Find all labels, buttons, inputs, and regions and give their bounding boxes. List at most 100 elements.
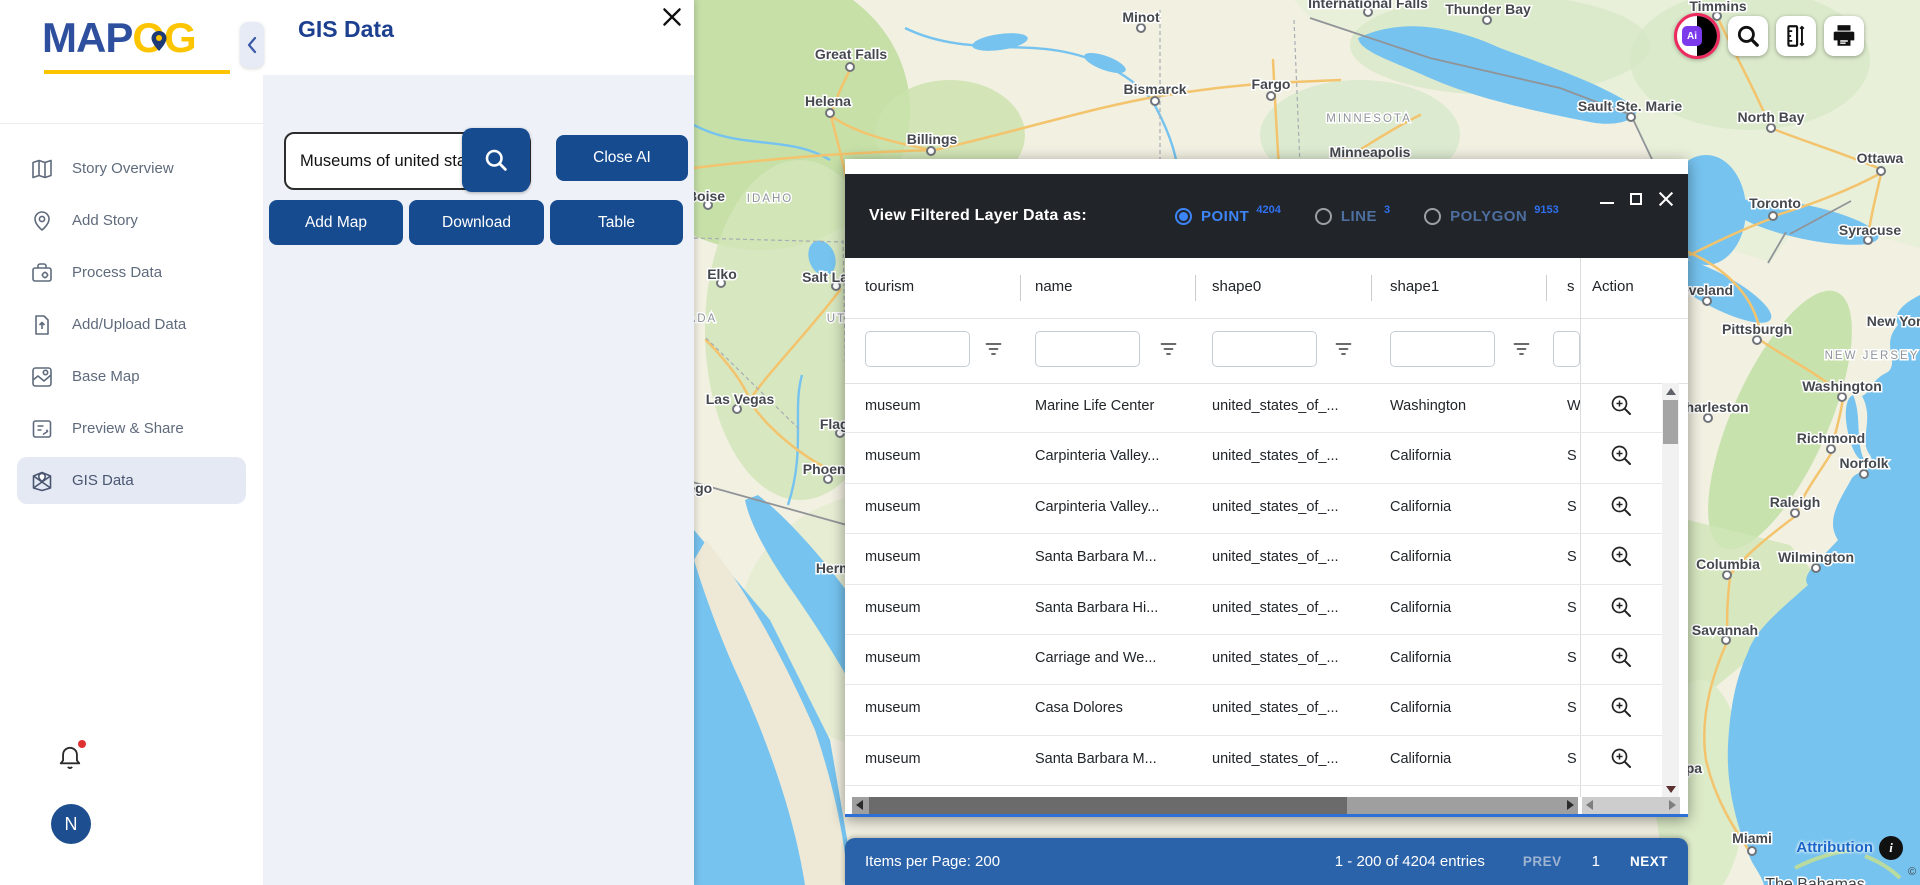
gis-data-panel: GIS Data Close AI Add Map Download Table xyxy=(263,0,694,885)
zoom-to-feature-icon[interactable] xyxy=(1610,394,1634,418)
sidebar-item-add-upload-data[interactable]: Add/Upload Data xyxy=(17,301,246,348)
filter-input-name[interactable] xyxy=(1035,331,1140,367)
map-label: New York xyxy=(1867,313,1920,329)
ai-assistant-button[interactable]: Ai xyxy=(1674,13,1720,59)
table-cell: S xyxy=(1567,599,1577,616)
logo-underline xyxy=(44,70,230,74)
ruler-icon xyxy=(1787,25,1805,47)
panel-header: GIS Data xyxy=(263,0,694,75)
filter-input-tourism[interactable] xyxy=(865,331,970,367)
filter-input-shape1[interactable] xyxy=(1390,331,1495,367)
folded-map-icon xyxy=(30,157,54,181)
search-icon xyxy=(1737,25,1759,47)
map-label: NEVADA xyxy=(694,313,717,325)
table-cell: united_states_of_... xyxy=(1212,700,1339,717)
column-header-shape2[interactable]: s xyxy=(1567,278,1575,295)
map-label: Columbia xyxy=(1696,556,1760,572)
map-label: Richmond xyxy=(1797,430,1865,446)
table-cell: Marine Life Center xyxy=(1035,398,1155,414)
column-header-name[interactable]: name xyxy=(1035,278,1073,295)
table-cell: museum xyxy=(865,599,921,616)
current-page-number: 1 xyxy=(1591,853,1600,870)
table-cell: united_states_of_... xyxy=(1212,398,1339,414)
filter-icon[interactable] xyxy=(1160,342,1177,361)
action-scroll-track[interactable] xyxy=(1582,797,1680,814)
maximize-icon[interactable] xyxy=(1630,193,1642,205)
scroll-right-icon[interactable] xyxy=(1669,800,1676,810)
city-dot xyxy=(1768,211,1778,221)
zoom-to-feature-icon[interactable] xyxy=(1610,646,1634,670)
column-header-shape1[interactable]: shape1 xyxy=(1390,278,1439,295)
zoom-to-feature-icon[interactable] xyxy=(1610,596,1634,620)
filter-icon[interactable] xyxy=(985,342,1002,361)
zoom-to-feature-icon[interactable] xyxy=(1610,747,1634,771)
map-label: Syracuse xyxy=(1839,222,1901,238)
radio-polygon[interactable]: POLYGON 9153 xyxy=(1424,204,1559,225)
vertical-scroll-thumb[interactable] xyxy=(1663,400,1678,444)
add-map-button[interactable]: Add Map xyxy=(269,200,403,245)
filter-icon[interactable] xyxy=(1513,342,1530,361)
map-label: Fargo xyxy=(1252,76,1291,92)
panel-close-button[interactable] xyxy=(659,4,685,30)
window-controls xyxy=(1600,188,1674,210)
table-cell: united_states_of_... xyxy=(1212,649,1339,666)
sidebar-item-story-overview[interactable]: Story Overview xyxy=(17,145,246,192)
zoom-to-feature-icon[interactable] xyxy=(1610,444,1634,468)
table-cell: united_states_of_... xyxy=(1212,498,1339,515)
collapse-panel-button[interactable] xyxy=(240,22,264,68)
radio-line[interactable]: LINE 3 xyxy=(1314,204,1390,225)
city-dot xyxy=(1790,508,1800,518)
map-label: Wilmington xyxy=(1778,549,1854,565)
table-row xyxy=(845,786,1662,797)
sidebar-item-gis-data[interactable]: GIS Data xyxy=(17,457,246,504)
info-icon[interactable]: i xyxy=(1879,836,1903,860)
measure-button[interactable] xyxy=(1776,16,1816,56)
horizontal-scroll-thumb[interactable] xyxy=(869,797,1347,814)
ai-search-submit-button[interactable] xyxy=(462,128,530,192)
prev-page-button[interactable]: PREV xyxy=(1523,854,1562,869)
close-window-icon[interactable] xyxy=(1658,191,1674,207)
filter-input-shape0[interactable] xyxy=(1212,331,1317,367)
scroll-down-icon[interactable] xyxy=(1662,781,1679,797)
scroll-left-icon[interactable] xyxy=(1586,800,1593,810)
map-attribution-link[interactable]: Attribution xyxy=(1705,839,1873,856)
user-avatar[interactable]: N xyxy=(51,804,91,844)
table-cell: S xyxy=(1567,549,1577,566)
gis-map-pin-icon xyxy=(30,469,54,493)
filter-icon[interactable] xyxy=(1335,342,1352,361)
table-cell: California xyxy=(1390,700,1452,717)
zoom-to-feature-icon[interactable] xyxy=(1610,545,1634,569)
map-search-button[interactable] xyxy=(1728,16,1768,56)
close-ai-button[interactable]: Close AI xyxy=(556,135,688,181)
radio-point[interactable]: POINT 4204 xyxy=(1175,204,1281,225)
column-header-action: Action xyxy=(1592,278,1634,295)
app-logo[interactable]: MAPOG xyxy=(42,14,197,62)
close-icon xyxy=(663,8,681,26)
column-header-tourism[interactable]: tourism xyxy=(865,278,914,295)
sidebar-item-base-map[interactable]: Base Map xyxy=(17,353,246,400)
table-row: museum Carriage and We... united_states_of… xyxy=(845,635,1662,686)
minimize-icon[interactable] xyxy=(1600,202,1614,204)
sidebar-item-add-story[interactable]: Add Story xyxy=(17,197,246,244)
horizontal-scroll-track[interactable] xyxy=(852,797,1578,814)
vertical-scrollbar[interactable] xyxy=(1662,383,1679,797)
horizontal-scrollbar[interactable] xyxy=(845,797,1688,814)
filter-input-shape2[interactable] xyxy=(1553,331,1580,367)
scroll-left-icon[interactable] xyxy=(856,800,863,810)
city-dot xyxy=(1811,563,1821,573)
table-cell: California xyxy=(1390,549,1452,566)
next-page-button[interactable]: NEXT xyxy=(1630,854,1668,869)
sidebar-item-process-data[interactable]: Process Data xyxy=(17,249,246,296)
download-button[interactable]: Download xyxy=(409,200,544,245)
sidebar-item-preview-share[interactable]: Preview & Share xyxy=(17,405,246,452)
sidebar-nav: Story Overview Add Story Process Data Ad… xyxy=(0,140,263,509)
scroll-up-icon[interactable] xyxy=(1662,383,1679,399)
column-header-shape0[interactable]: shape0 xyxy=(1212,278,1261,295)
map-label: Washington xyxy=(1802,378,1882,394)
table-button[interactable]: Table xyxy=(550,200,683,245)
zoom-to-feature-icon[interactable] xyxy=(1610,696,1634,720)
zoom-to-feature-icon[interactable] xyxy=(1610,495,1634,519)
print-button[interactable] xyxy=(1824,16,1864,56)
scroll-right-icon[interactable] xyxy=(1567,800,1574,810)
table-cell: museum xyxy=(865,750,921,767)
